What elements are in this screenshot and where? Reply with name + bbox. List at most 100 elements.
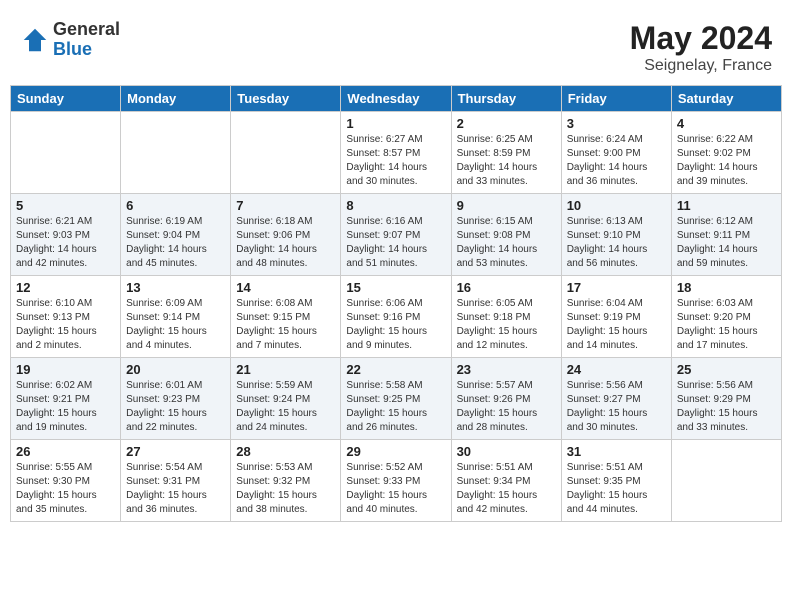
weekday-header-thursday: Thursday	[451, 86, 561, 112]
calendar-cell: 30 Sunrise: 5:51 AM Sunset: 9:34 PM Dayli…	[451, 440, 561, 522]
calendar-cell: 9 Sunrise: 6:15 AM Sunset: 9:08 PM Daylig…	[451, 194, 561, 276]
weekday-header-saturday: Saturday	[671, 86, 781, 112]
logo-general: General	[53, 20, 120, 40]
day-info: Sunrise: 6:03 AM Sunset: 9:20 PM Dayligh…	[677, 297, 776, 353]
logo-blue: Blue	[53, 40, 120, 60]
day-info: Sunrise: 6:01 AM Sunset: 9:23 PM Dayligh…	[126, 379, 225, 435]
day-info: Sunrise: 6:08 AM Sunset: 9:15 PM Dayligh…	[236, 297, 335, 353]
day-info: Sunrise: 5:54 AM Sunset: 9:31 PM Dayligh…	[126, 461, 225, 517]
day-info: Sunrise: 5:55 AM Sunset: 9:30 PM Dayligh…	[16, 461, 115, 517]
day-info: Sunrise: 6:12 AM Sunset: 9:11 PM Dayligh…	[677, 215, 776, 271]
weekday-header-monday: Monday	[121, 86, 231, 112]
month-year-title: May 2024	[630, 20, 772, 57]
day-info: Sunrise: 5:56 AM Sunset: 9:27 PM Dayligh…	[567, 379, 666, 435]
calendar-cell: 25Sunrise: 5:56 AM Sunset: 9:29 PM Dayli…	[671, 358, 781, 440]
day-info: Sunrise: 6:05 AM Sunset: 9:18 PM Dayligh…	[457, 297, 556, 353]
weekday-header-friday: Friday	[561, 86, 671, 112]
day-info: Sunrise: 6:19 AM Sunset: 9:04 PM Dayligh…	[126, 215, 225, 271]
day-number: 27	[126, 444, 225, 459]
day-number: 13	[126, 280, 225, 295]
day-number: 4	[677, 116, 776, 131]
calendar-cell: 26Sunrise: 5:55 AM Sunset: 9:30 PM Dayli…	[11, 440, 121, 522]
day-info: Sunrise: 5:57 AM Sunset: 9:26 PM Dayligh…	[457, 379, 556, 435]
day-info: Sunrise: 6:27 AM Sunset: 8:57 PM Dayligh…	[346, 133, 445, 189]
day-number: 19	[16, 362, 115, 377]
calendar-cell: 7Sunrise: 6:18 AM Sunset: 9:06 PM Daylig…	[231, 194, 341, 276]
day-info: Sunrise: 5:52 AM Sunset: 9:33 PM Dayligh…	[346, 461, 445, 517]
calendar-cell: 12Sunrise: 6:10 AM Sunset: 9:13 PM Dayli…	[11, 276, 121, 358]
calendar-cell: 2Sunrise: 6:25 AM Sunset: 8:59 PM Daylig…	[451, 112, 561, 194]
calendar-week-row: 1 Sunrise: 6:27 AM Sunset: 8:57 PM Daylig…	[11, 112, 782, 194]
day-info: Sunrise: 6:21 AM Sunset: 9:03 PM Dayligh…	[16, 215, 115, 271]
day-number: 31	[567, 444, 666, 459]
day-number: 29	[346, 444, 445, 459]
calendar-week-row: 12Sunrise: 6:10 AM Sunset: 9:13 PM Dayli…	[11, 276, 782, 358]
calendar-cell: 31 Sunrise: 5:51 AM Sunset: 9:35 PM Dayli…	[561, 440, 671, 522]
day-number: 16	[457, 280, 556, 295]
calendar-cell: 6 Sunrise: 6:19 AM Sunset: 9:04 PM Daylig…	[121, 194, 231, 276]
calendar-cell: 28Sunrise: 5:53 AM Sunset: 9:32 PM Dayli…	[231, 440, 341, 522]
calendar-cell: 24 Sunrise: 5:56 AM Sunset: 9:27 PM Dayli…	[561, 358, 671, 440]
calendar-header: SundayMondayTuesdayWednesdayThursdayFrid…	[11, 86, 782, 112]
calendar-cell: 29 Sunrise: 5:52 AM Sunset: 9:33 PM Dayli…	[341, 440, 451, 522]
calendar-cell: 13 Sunrise: 6:09 AM Sunset: 9:14 PM Dayli…	[121, 276, 231, 358]
day-number: 18	[677, 280, 776, 295]
calendar-cell: 19 Sunrise: 6:02 AM Sunset: 9:21 PM Dayli…	[11, 358, 121, 440]
calendar-body: 1 Sunrise: 6:27 AM Sunset: 8:57 PM Daylig…	[11, 112, 782, 522]
day-number: 17	[567, 280, 666, 295]
day-info: Sunrise: 5:53 AM Sunset: 9:32 PM Dayligh…	[236, 461, 335, 517]
day-number: 9	[457, 198, 556, 213]
calendar-cell: 14 Sunrise: 6:08 AM Sunset: 9:15 PM Dayli…	[231, 276, 341, 358]
day-info: Sunrise: 6:02 AM Sunset: 9:21 PM Dayligh…	[16, 379, 115, 435]
day-info: Sunrise: 5:59 AM Sunset: 9:24 PM Dayligh…	[236, 379, 335, 435]
day-number: 23	[457, 362, 556, 377]
calendar-cell: 21 Sunrise: 5:59 AM Sunset: 9:24 PM Dayli…	[231, 358, 341, 440]
day-number: 21	[236, 362, 335, 377]
day-number: 20	[126, 362, 225, 377]
day-number: 7	[236, 198, 335, 213]
calendar-week-row: 26Sunrise: 5:55 AM Sunset: 9:30 PM Dayli…	[11, 440, 782, 522]
calendar-cell: 1 Sunrise: 6:27 AM Sunset: 8:57 PM Daylig…	[341, 112, 451, 194]
calendar-cell: 3Sunrise: 6:24 AM Sunset: 9:00 PM Daylig…	[561, 112, 671, 194]
day-info: Sunrise: 6:15 AM Sunset: 9:08 PM Dayligh…	[457, 215, 556, 271]
weekday-header-tuesday: Tuesday	[231, 86, 341, 112]
calendar-table: SundayMondayTuesdayWednesdayThursdayFrid…	[10, 85, 782, 522]
location-subtitle: Seignelay, France	[630, 57, 772, 75]
day-number: 24	[567, 362, 666, 377]
day-number: 11	[677, 198, 776, 213]
day-number: 5	[16, 198, 115, 213]
day-info: Sunrise: 5:51 AM Sunset: 9:35 PM Dayligh…	[567, 461, 666, 517]
day-number: 6	[126, 198, 225, 213]
calendar-cell	[231, 112, 341, 194]
day-number: 22	[346, 362, 445, 377]
calendar-cell: 20 Sunrise: 6:01 AM Sunset: 9:23 PM Dayli…	[121, 358, 231, 440]
weekday-header-row: SundayMondayTuesdayWednesdayThursdayFrid…	[11, 86, 782, 112]
calendar-cell: 5 Sunrise: 6:21 AM Sunset: 9:03 PM Daylig…	[11, 194, 121, 276]
day-number: 14	[236, 280, 335, 295]
day-number: 30	[457, 444, 556, 459]
logo-text: General Blue	[53, 20, 120, 60]
day-number: 1	[346, 116, 445, 131]
day-info: Sunrise: 5:58 AM Sunset: 9:25 PM Dayligh…	[346, 379, 445, 435]
day-info: Sunrise: 6:06 AM Sunset: 9:16 PM Dayligh…	[346, 297, 445, 353]
day-info: Sunrise: 6:10 AM Sunset: 9:13 PM Dayligh…	[16, 297, 115, 353]
calendar-week-row: 5 Sunrise: 6:21 AM Sunset: 9:03 PM Daylig…	[11, 194, 782, 276]
weekday-header-wednesday: Wednesday	[341, 86, 451, 112]
calendar-cell	[11, 112, 121, 194]
day-info: Sunrise: 5:56 AM Sunset: 9:29 PM Dayligh…	[677, 379, 776, 435]
calendar-week-row: 19 Sunrise: 6:02 AM Sunset: 9:21 PM Dayli…	[11, 358, 782, 440]
day-info: Sunrise: 6:16 AM Sunset: 9:07 PM Dayligh…	[346, 215, 445, 271]
day-info: Sunrise: 6:09 AM Sunset: 9:14 PM Dayligh…	[126, 297, 225, 353]
day-info: Sunrise: 6:24 AM Sunset: 9:00 PM Dayligh…	[567, 133, 666, 189]
calendar-cell: 23 Sunrise: 5:57 AM Sunset: 9:26 PM Dayli…	[451, 358, 561, 440]
calendar-cell	[121, 112, 231, 194]
calendar-cell: 17Sunrise: 6:04 AM Sunset: 9:19 PM Dayli…	[561, 276, 671, 358]
day-number: 10	[567, 198, 666, 213]
day-number: 2	[457, 116, 556, 131]
weekday-header-sunday: Sunday	[11, 86, 121, 112]
calendar-cell: 11 Sunrise: 6:12 AM Sunset: 9:11 PM Dayli…	[671, 194, 781, 276]
day-info: Sunrise: 5:51 AM Sunset: 9:34 PM Dayligh…	[457, 461, 556, 517]
calendar-cell: 22 Sunrise: 5:58 AM Sunset: 9:25 PM Dayli…	[341, 358, 451, 440]
page-header: General Blue May 2024 Seignelay, France	[10, 10, 782, 80]
calendar-cell: 16 Sunrise: 6:05 AM Sunset: 9:18 PM Dayli…	[451, 276, 561, 358]
